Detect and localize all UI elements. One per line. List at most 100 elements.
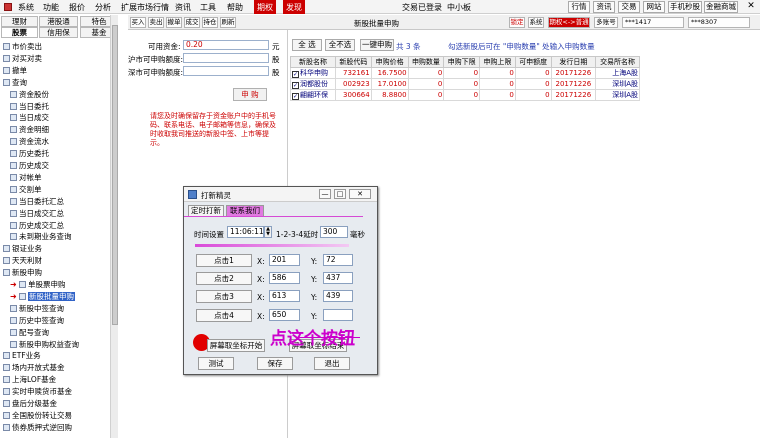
sidebar-item[interactable]: ETF业务 (3, 350, 41, 362)
subscribe-button[interactable]: 申 购 (233, 88, 267, 101)
tab-scheduled[interactable]: 定时打新 (188, 205, 224, 216)
click-1-x-input[interactable]: 201 (269, 254, 300, 266)
column-header[interactable]: 申购上限 (479, 56, 516, 68)
sidebar-item[interactable]: ➜ 新股批量申购 (10, 291, 75, 303)
select-none-button[interactable]: 全不选 (325, 39, 355, 51)
click-1-button[interactable]: 点击1 (196, 254, 252, 267)
menu-quote[interactable]: 报价 (69, 2, 85, 13)
sidebar-tab-row2-0[interactable]: 股票 (1, 27, 38, 38)
menu-tools[interactable]: 工具 (200, 2, 216, 13)
sidebar-item[interactable]: 查询 (3, 77, 27, 89)
sidebar-item[interactable]: 天天利财 (3, 255, 42, 267)
sidebar-item[interactable]: 当日成交汇总 (10, 208, 64, 220)
trade-button[interactable]: 交易 (618, 1, 640, 13)
sidebar-item[interactable]: ➜ 单股票申购 (10, 279, 66, 291)
buy-button[interactable]: 买入 (130, 17, 146, 28)
click-1-y-input[interactable]: 72 (323, 254, 353, 266)
minimize-icon[interactable]: — (319, 189, 331, 199)
finance-mall-button[interactable]: 金融商城 (704, 1, 738, 13)
capture-start-button[interactable]: 屏幕取坐标开始 (207, 339, 265, 352)
account-select-1[interactable]: ***1417 (622, 17, 684, 28)
sidebar-tab-row1-1[interactable]: 港股通 (39, 16, 78, 27)
sidebar-item[interactable]: 配号查询 (10, 327, 49, 339)
menu-options[interactable]: 期权 (254, 0, 276, 14)
table-row[interactable]: ✓ 翩翩环保 300664 8.8800 0 0 0 0 20171226 深圳A股 (290, 89, 640, 101)
column-header[interactable]: 发行日期 (550, 56, 597, 68)
sidebar-item[interactable]: 历史成交 (10, 160, 49, 172)
menu-discover[interactable]: 发现 (283, 0, 305, 14)
close-icon[interactable]: ✕ (349, 189, 371, 199)
click-4-button[interactable]: 点击4 (196, 309, 252, 322)
sidebar-item[interactable]: 新股申购 (3, 267, 42, 279)
time-spinner[interactable]: ▲ ▼ (264, 226, 272, 238)
menu-help[interactable]: 帮助 (227, 2, 243, 13)
sidebar-item[interactable]: 对帐单 (10, 172, 42, 184)
quote-button[interactable]: 行情 (568, 1, 590, 13)
table-cell[interactable]: 0 (407, 89, 445, 101)
column-header[interactable]: 新股名称 (290, 56, 336, 68)
sidebar-item[interactable]: 银证业务 (3, 243, 42, 255)
table-row[interactable]: ✓ 润都股份 002923 17.0100 0 0 0 0 20171226 深圳A股 (290, 78, 640, 90)
delay-input[interactable]: 300 (320, 226, 348, 238)
exit-button[interactable]: 退出 (314, 357, 350, 370)
row-checkbox[interactable]: ✓ (292, 93, 299, 100)
click-4-y-input[interactable] (323, 309, 353, 321)
sidebar-item[interactable]: 历史中签查询 (10, 315, 64, 327)
click-3-button[interactable]: 点击3 (196, 290, 252, 303)
maximize-icon[interactable]: □ (334, 189, 346, 199)
save-button[interactable]: 保存 (257, 357, 293, 370)
time-input[interactable]: 11:06:11 (227, 226, 264, 238)
select-all-button[interactable]: 全 选 (292, 39, 322, 51)
mobile-trade-button[interactable]: 手机秒股 (668, 1, 702, 13)
system-button[interactable]: 系统 (528, 17, 544, 28)
menu-analysis[interactable]: 分析 (95, 2, 111, 13)
click-2-button[interactable]: 点击2 (196, 272, 252, 285)
column-header[interactable]: 申购数量 (407, 56, 445, 68)
sidebar-item[interactable]: 上海LOF基金 (3, 374, 56, 386)
sidebar-item[interactable]: 未到期业务查询 (10, 231, 72, 243)
sidebar-scrollbar[interactable] (110, 15, 118, 438)
column-header[interactable]: 新股代码 (334, 56, 372, 68)
column-header[interactable]: 可申额度 (514, 56, 552, 68)
sidebar-item[interactable]: 撤单 (3, 65, 27, 77)
account-select-2[interactable]: ***8307 (688, 17, 750, 28)
sidebar-item[interactable]: 债券质押式逆回购 (3, 422, 72, 434)
website-button[interactable]: 网站 (643, 1, 665, 13)
sidebar-item[interactable]: 当日委托汇总 (10, 196, 64, 208)
sidebar-item[interactable]: 资金股份 (10, 89, 49, 101)
sidebar-item[interactable]: 盘后分级基金 (3, 398, 57, 410)
click-3-x-input[interactable]: 613 (269, 290, 300, 302)
table-cell[interactable]: 0 (407, 78, 445, 90)
click-2-x-input[interactable]: 586 (269, 272, 300, 284)
sidebar-item[interactable]: 全国股份转让交易 (3, 410, 72, 422)
sidebar-item[interactable]: 实时申赎货币基金 (3, 386, 72, 398)
click-4-x-input[interactable]: 650 (269, 309, 300, 321)
close-icon[interactable]: ✕ (744, 0, 758, 13)
sidebar-item[interactable]: 历史成交汇总 (10, 220, 64, 232)
sidebar-item[interactable]: 资金流水 (10, 136, 49, 148)
sidebar-item[interactable]: 新股中签查询 (10, 303, 64, 315)
table-cell[interactable]: 0 (407, 67, 445, 79)
menu-news[interactable]: 资讯 (175, 2, 191, 13)
test-button[interactable]: 测试 (198, 357, 234, 370)
sidebar-item[interactable]: 交割单 (10, 184, 42, 196)
menu-ext-market[interactable]: 扩展市场行情 (121, 2, 169, 13)
sell-button[interactable]: 卖出 (148, 17, 164, 28)
refresh-button[interactable]: 刷新 (220, 17, 236, 28)
sidebar-item[interactable]: 资金明细 (10, 124, 49, 136)
cancel-order-button[interactable]: 撤单 (166, 17, 182, 28)
row-checkbox[interactable]: ✓ (292, 71, 299, 78)
column-header[interactable]: 申购价格 (370, 56, 409, 68)
one-click-subscribe-button[interactable]: 一键申购 (360, 39, 394, 51)
tab-contact[interactable]: 联系我们 (226, 205, 264, 216)
menu-system[interactable]: 系统 (18, 2, 34, 13)
sidebar-tab-row1-0[interactable]: 理财 (1, 16, 38, 27)
click-2-y-input[interactable]: 437 (323, 272, 353, 284)
sidebar-item[interactable]: 场内开放式基金 (3, 362, 65, 374)
sidebar-item[interactable]: 市价卖出 (3, 41, 42, 53)
options-switch-button[interactable]: 期权<->普通 (548, 17, 590, 28)
sidebar-item[interactable]: 历史委托 (10, 148, 49, 160)
dialog-titlebar[interactable]: 打新精灵 — □ ✕ (184, 187, 377, 202)
column-header[interactable]: 交易所名称 (595, 56, 640, 68)
multi-account-button[interactable]: 多账号 (594, 17, 618, 28)
